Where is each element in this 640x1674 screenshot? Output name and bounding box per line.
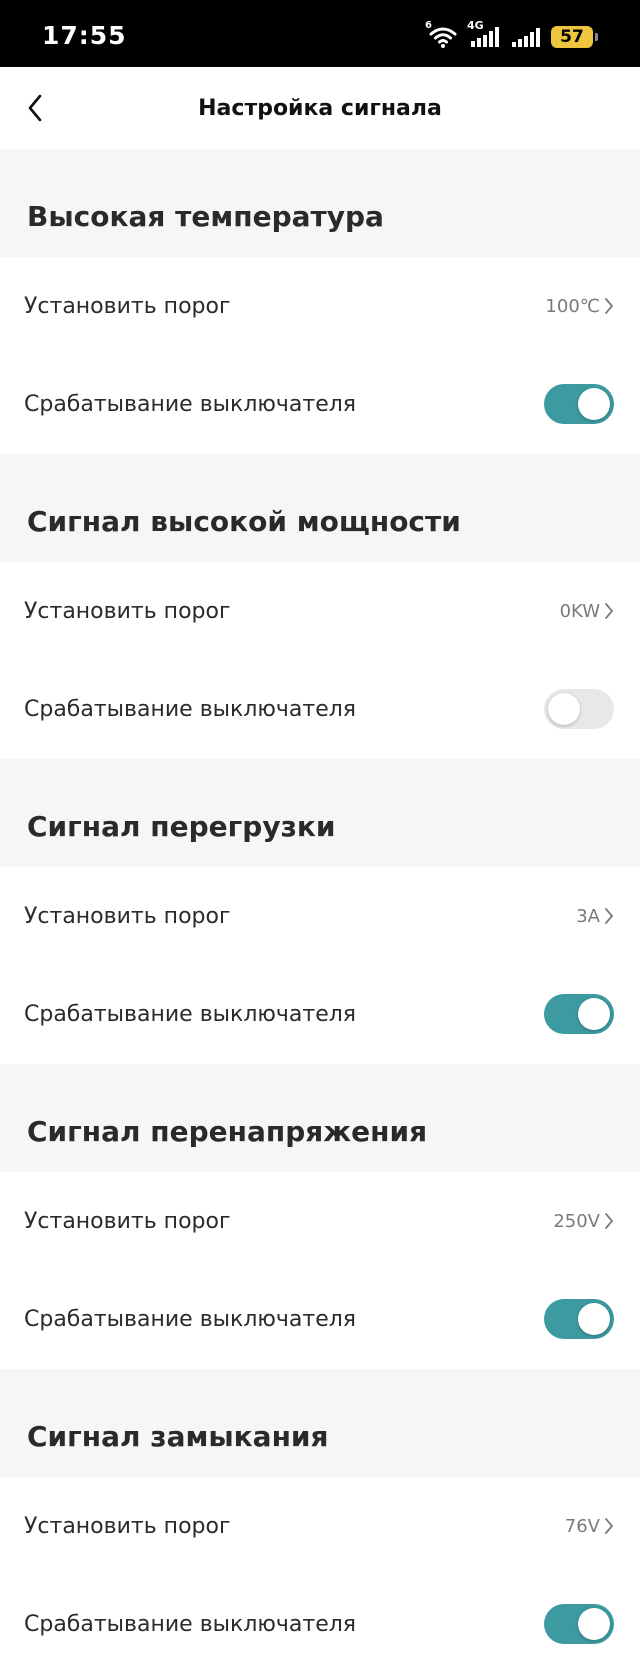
section-header: Сигнал перегрузки xyxy=(0,759,640,867)
wifi-generation-label: 6 xyxy=(425,20,432,31)
breaker-trip-label: Срабатывание выключателя xyxy=(24,1611,357,1637)
section-title: Сигнал перенапряжения xyxy=(27,1115,428,1148)
breaker-trip-row: Срабатывание выключателя xyxy=(0,660,640,758)
breaker-trip-toggle[interactable] xyxy=(544,1299,614,1339)
threshold-label: Установить порог xyxy=(24,903,231,929)
section-body: Установить порог 0KW Срабатывание выключ… xyxy=(0,562,640,759)
section-title: Сигнал высокой мощности xyxy=(27,505,461,538)
threshold-value-button[interactable]: 0KW xyxy=(560,562,614,660)
threshold-row[interactable]: Установить порог 100℃ xyxy=(0,257,640,355)
threshold-value-button[interactable]: 3A xyxy=(576,867,614,965)
breaker-trip-toggle[interactable] xyxy=(544,994,614,1034)
section-high-temperature: Высокая температура Установить порог 100… xyxy=(0,149,640,454)
section-body: Установить порог 76V Срабатывание выключ… xyxy=(0,1477,640,1674)
breaker-trip-toggle[interactable] xyxy=(544,384,614,424)
cellular-signal-icon xyxy=(512,28,540,47)
section-header: Сигнал перенапряжения xyxy=(0,1064,640,1172)
section-body: Установить порог 250V Срабатывание выклю… xyxy=(0,1172,640,1369)
threshold-value-button[interactable]: 250V xyxy=(553,1172,614,1270)
breaker-trip-label: Срабатывание выключателя xyxy=(24,391,357,417)
threshold-value: 76V xyxy=(564,1515,600,1537)
threshold-row[interactable]: Установить порог 0KW xyxy=(0,562,640,660)
battery-icon: 57 xyxy=(551,26,593,48)
threshold-value-button[interactable]: 76V xyxy=(565,1477,614,1575)
section-body: Установить порог 100℃ Срабатывание выклю… xyxy=(0,257,640,454)
threshold-value: 250V xyxy=(553,1210,600,1232)
section-overload: Сигнал перегрузки Установить порог 3A Ср… xyxy=(0,759,640,1064)
chevron-right-icon xyxy=(605,603,614,619)
section-header: Высокая температура xyxy=(0,149,640,257)
threshold-label: Установить порог xyxy=(24,1208,231,1234)
section-title: Сигнал замыкания xyxy=(27,1420,329,1453)
breaker-trip-row: Срабатывание выключателя xyxy=(0,965,640,1063)
header: Настройка сигнала xyxy=(0,67,640,149)
chevron-right-icon xyxy=(605,1213,614,1229)
breaker-trip-label: Срабатывание выключателя xyxy=(24,1306,357,1332)
breaker-trip-label: Срабатывание выключателя xyxy=(24,1001,357,1027)
threshold-value: 0KW xyxy=(559,600,600,622)
threshold-value: 3A xyxy=(576,905,600,927)
wifi-icon: 6 xyxy=(425,21,458,49)
chevron-right-icon xyxy=(605,298,614,314)
page-title: Настройка сигнала xyxy=(198,96,442,121)
battery-tip xyxy=(595,33,598,41)
section-header: Сигнал замыкания xyxy=(0,1369,640,1477)
threshold-row[interactable]: Установить порог 250V xyxy=(0,1172,640,1270)
threshold-label: Установить порог xyxy=(24,293,231,319)
breaker-trip-row: Срабатывание выключателя xyxy=(0,355,640,453)
threshold-value: 100℃ xyxy=(545,295,600,317)
toggle-knob xyxy=(578,388,610,420)
breaker-trip-row: Срабатывание выключателя xyxy=(0,1575,640,1673)
toggle-knob xyxy=(548,693,580,725)
status-icons: 6 4G 57 xyxy=(425,20,598,50)
section-title: Сигнал перегрузки xyxy=(27,810,336,843)
status-time: 17:55 xyxy=(42,21,127,50)
status-bar: 17:55 6 4G 57 xyxy=(0,0,640,67)
chevron-right-icon xyxy=(605,1518,614,1534)
toggle-knob xyxy=(578,1303,610,1335)
section-title: Высокая температура xyxy=(27,200,384,233)
threshold-row[interactable]: Установить порог 76V xyxy=(0,1477,640,1575)
breaker-trip-label: Срабатывание выключателя xyxy=(24,696,357,722)
threshold-label: Установить порог xyxy=(24,1513,231,1539)
chevron-right-icon xyxy=(605,908,614,924)
threshold-value-button[interactable]: 100℃ xyxy=(545,257,614,355)
toggle-knob xyxy=(578,1608,610,1640)
threshold-row[interactable]: Установить порог 3A xyxy=(0,867,640,965)
threshold-label: Установить порог xyxy=(24,598,231,624)
toggle-knob xyxy=(578,998,610,1030)
battery-level: 57 xyxy=(560,27,584,47)
section-high-power: Сигнал высокой мощности Установить порог… xyxy=(0,454,640,759)
settings-list: Высокая температура Установить порог 100… xyxy=(0,149,640,1674)
network-type-label: 4G xyxy=(467,19,484,32)
breaker-trip-toggle[interactable] xyxy=(544,689,614,729)
section-short-circuit: Сигнал замыкания Установить порог 76V Ср… xyxy=(0,1369,640,1674)
cellular-4g-icon: 4G xyxy=(467,20,501,49)
section-overvoltage: Сигнал перенапряжения Установить порог 2… xyxy=(0,1064,640,1369)
breaker-trip-row: Срабатывание выключателя xyxy=(0,1270,640,1368)
breaker-trip-toggle[interactable] xyxy=(544,1604,614,1644)
section-header: Сигнал высокой мощности xyxy=(0,454,640,562)
section-body: Установить порог 3A Срабатывание выключа… xyxy=(0,867,640,1064)
